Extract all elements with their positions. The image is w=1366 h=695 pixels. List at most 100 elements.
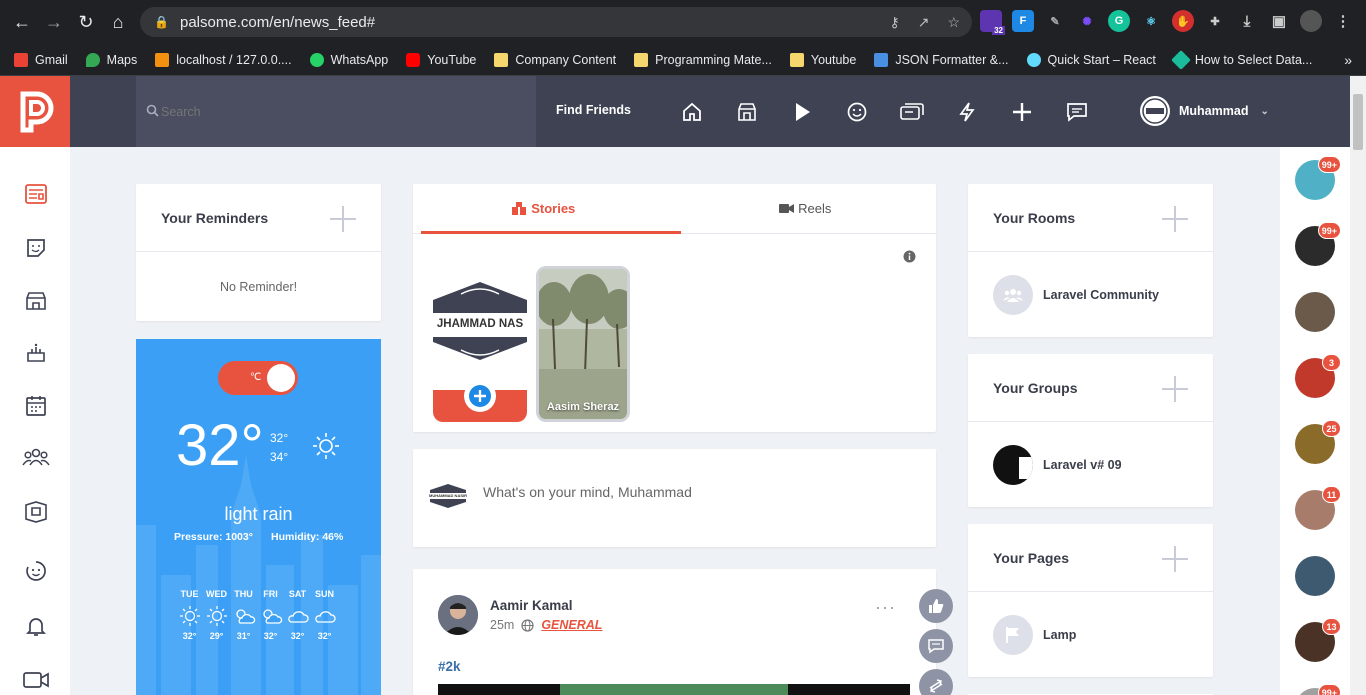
friend-story-card[interactable]: Aasim Sheraz: [536, 266, 630, 422]
phpmyadmin-icon: [155, 52, 170, 67]
bookmark-item[interactable]: How to Select Data...: [1171, 49, 1312, 70]
news-feed-icon[interactable]: [22, 180, 50, 208]
cake-icon[interactable]: [22, 339, 50, 367]
share-button[interactable]: [919, 669, 953, 695]
friend-avatar[interactable]: 99+: [1295, 684, 1341, 695]
calendar-icon[interactable]: [22, 392, 50, 420]
bookmark-item[interactable]: Quick Start – React: [1026, 52, 1156, 67]
group-item[interactable]: Laravel v# 09: [968, 422, 1213, 508]
reload-icon[interactable]: ↻: [70, 6, 102, 38]
friend-avatar[interactable]: 11: [1295, 486, 1341, 530]
extension-icon[interactable]: 32: [980, 10, 1005, 35]
find-friends-link[interactable]: Find Friends: [556, 103, 631, 117]
star-icon[interactable]: ☆: [947, 14, 960, 31]
add-story-button[interactable]: [464, 380, 496, 412]
add-room-button[interactable]: [1162, 206, 1188, 232]
bookmark-item[interactable]: Gmail: [14, 52, 68, 67]
chat-cards-icon[interactable]: [884, 98, 939, 126]
comment-button[interactable]: [919, 629, 953, 663]
post-category[interactable]: GENERAL: [541, 618, 602, 632]
friend-avatar[interactable]: 99+: [1295, 222, 1341, 266]
home-icon[interactable]: [664, 98, 719, 126]
friend-avatar[interactable]: 99+: [1295, 156, 1341, 200]
key-icon[interactable]: ⚷: [889, 14, 899, 31]
share-icon[interactable]: ↗: [918, 14, 930, 31]
more-bookmarks-icon[interactable]: »: [1344, 52, 1352, 68]
pages-title: Your Pages: [993, 549, 1069, 566]
friend-avatar[interactable]: 13: [1295, 618, 1341, 662]
bookmark-folder[interactable]: Youtube: [789, 52, 856, 67]
message-icon[interactable]: [1049, 98, 1104, 126]
smiley-icon[interactable]: [829, 98, 884, 126]
search-input[interactable]: [161, 104, 521, 119]
add-reminder-button[interactable]: [330, 206, 356, 232]
smiley-icon[interactable]: [22, 557, 50, 585]
download-icon[interactable]: ⤓: [1236, 10, 1258, 32]
tab-stories[interactable]: Stories: [413, 184, 675, 233]
page-item[interactable]: Lamp: [968, 592, 1213, 678]
unit-toggle[interactable]: ℃: [218, 361, 298, 395]
post-hashtag[interactable]: #2k: [438, 659, 461, 674]
bell-icon[interactable]: [22, 612, 50, 640]
bookmark-folder[interactable]: Company Content: [494, 52, 616, 67]
store-icon[interactable]: [719, 98, 774, 126]
avatar[interactable]: [438, 595, 478, 635]
add-page-button[interactable]: [1162, 546, 1188, 572]
like-button[interactable]: [919, 589, 953, 623]
composer-avatar: MUHAMMAD NASIR: [428, 476, 468, 516]
room-item[interactable]: Laravel Community: [968, 252, 1213, 338]
page-scrollbar[interactable]: [1350, 76, 1366, 695]
bookmark-folder[interactable]: Programming Mate...: [634, 52, 772, 67]
bookmark-item[interactable]: WhatsApp: [309, 52, 388, 67]
video-icon: [779, 204, 795, 213]
add-group-button[interactable]: [1162, 376, 1188, 402]
flash-icon[interactable]: [939, 98, 994, 126]
forecast-day: TUE 32°: [176, 589, 203, 641]
profile-avatar[interactable]: [1300, 10, 1322, 32]
post-media[interactable]: [438, 684, 910, 695]
grammarly-icon[interactable]: G: [1108, 10, 1130, 32]
user-menu[interactable]: Muhammad ⌄: [1140, 96, 1269, 126]
scrollbar-thumb[interactable]: [1353, 94, 1363, 150]
puzzle-icon[interactable]: ✚: [1204, 10, 1226, 32]
pages-icon[interactable]: [22, 497, 50, 525]
tab-reels[interactable]: Reels: [675, 184, 937, 233]
composer-placeholder[interactable]: What's on your mind, Muhammad: [483, 484, 692, 500]
post-author[interactable]: Aamir Kamal: [490, 598, 573, 613]
menu-icon[interactable]: ⋮: [1332, 10, 1354, 32]
gear-extension-icon[interactable]: ✺: [1076, 10, 1098, 32]
palsome-logo[interactable]: [0, 76, 70, 147]
extension-icon[interactable]: F: [1012, 10, 1034, 32]
block-extension-icon[interactable]: ✋: [1172, 10, 1194, 32]
friend-avatar[interactable]: 25: [1295, 420, 1341, 464]
composer-avatar-text: MUHAMMAD NASIR: [429, 493, 467, 498]
search-bar[interactable]: [136, 76, 536, 147]
create-story-card[interactable]: JHAMMAD NAS: [433, 266, 527, 422]
groups-icon[interactable]: [22, 443, 50, 471]
sticker-icon[interactable]: [22, 234, 50, 262]
bookmark-item[interactable]: Maps: [85, 52, 137, 67]
more-options-icon[interactable]: ···: [875, 597, 896, 618]
forecast-day: FRI 32°: [257, 589, 284, 641]
friend-avatar[interactable]: [1295, 556, 1335, 596]
address-bar[interactable]: 🔒 palsome.com/en/news_feed# ⚷ ↗ ☆: [140, 7, 972, 37]
store-icon[interactable]: [22, 287, 50, 315]
friend-avatar[interactable]: [1295, 292, 1335, 332]
group-avatar: [993, 445, 1033, 485]
bookmark-item[interactable]: JSON Formatter &...: [874, 52, 1009, 67]
cloud-icon: [311, 603, 338, 629]
home-browser-icon[interactable]: ⌂: [102, 6, 134, 38]
pen-extension-icon[interactable]: ✎: [1044, 10, 1066, 32]
info-icon[interactable]: [903, 250, 916, 266]
sidebar-icon[interactable]: ▣: [1268, 10, 1290, 32]
video-call-icon[interactable]: [22, 666, 50, 694]
back-icon[interactable]: ←: [6, 6, 38, 38]
bookmark-item[interactable]: localhost / 127.0.0....: [155, 52, 292, 67]
play-icon[interactable]: [774, 98, 829, 126]
no-reminder-text: No Reminder!: [219, 280, 298, 294]
friend-avatar[interactable]: 3: [1295, 354, 1341, 398]
bookmark-item[interactable]: YouTube: [406, 52, 476, 67]
react-devtools-icon[interactable]: ⚛: [1140, 10, 1162, 32]
plus-icon[interactable]: [994, 98, 1049, 126]
forward-icon[interactable]: →: [38, 6, 70, 38]
